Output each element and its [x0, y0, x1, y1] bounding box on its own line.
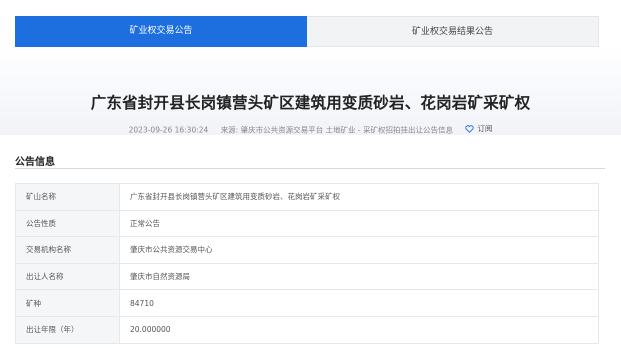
notice-info-table: 矿山名称 广东省封开县长岗镇营头矿区建筑用变质砂岩、花岗岩矿采矿权 公告性质 正…	[15, 183, 599, 344]
table-row: 矿山名称 广东省封开县长岗镇营头矿区建筑用变质砂岩、花岗岩矿采矿权	[15, 183, 599, 211]
row-key-mineral-type: 矿种	[15, 289, 120, 317]
notice-meta: 2023-09-26 16:30:24 来源: 肇庆市公共资源交易平台 土地矿业…	[0, 123, 621, 136]
source-label: 来源:	[220, 125, 239, 135]
row-value-term-years: 20.000000	[119, 315, 599, 344]
table-row: 公告性质 正常公告	[15, 209, 599, 238]
row-value-transferor: 肇庆市自然资源局	[119, 262, 599, 291]
subscribe-label: 订阅	[477, 124, 493, 133]
table-row: 出让年限（年） 20.000000	[15, 315, 599, 344]
row-key-mine-name: 矿山名称	[15, 183, 120, 211]
row-value-mineral-type: 84710	[119, 289, 599, 317]
source-text: 肇庆市公共资源交易平台 土地矿业 - 采矿权招拍挂出让公告信息	[240, 125, 453, 135]
row-value-agency: 肇庆市公共资源交易中心	[119, 236, 599, 264]
tab-bar: 矿业权交易公告 矿业权交易结果公告	[15, 16, 599, 47]
tab-mining-rights-result-notice[interactable]: 矿业权交易结果公告	[307, 16, 599, 47]
row-value-mine-name: 广东省封开县长岗镇营头矿区建筑用变质砂岩、花岗岩矿采矿权	[119, 183, 599, 211]
heart-outline-icon	[465, 124, 475, 133]
notice-title: 广东省封开县长岗镇营头矿区建筑用变质砂岩、花岗岩矿采矿权	[90, 94, 531, 112]
row-key-term-years: 出让年限（年）	[15, 315, 120, 344]
row-value-notice-type: 正常公告	[119, 209, 599, 238]
table-row: 矿种 84710	[15, 289, 599, 317]
publish-datetime: 2023-09-26 16:30:24	[128, 125, 209, 135]
row-key-agency: 交易机构名称	[15, 236, 120, 264]
section-title: 公告信息	[15, 157, 55, 168]
subscribe-button[interactable]: 订阅	[465, 123, 492, 134]
row-key-transferor: 出让人名称	[15, 262, 120, 291]
table-row: 交易机构名称 肇庆市公共资源交易中心	[15, 236, 599, 264]
section-divider	[15, 168, 605, 169]
table-row: 出让人名称 肇庆市自然资源局	[15, 262, 599, 291]
tab-mining-rights-notice[interactable]: 矿业权交易公告	[15, 16, 307, 47]
row-key-notice-type: 公告性质	[15, 209, 120, 238]
